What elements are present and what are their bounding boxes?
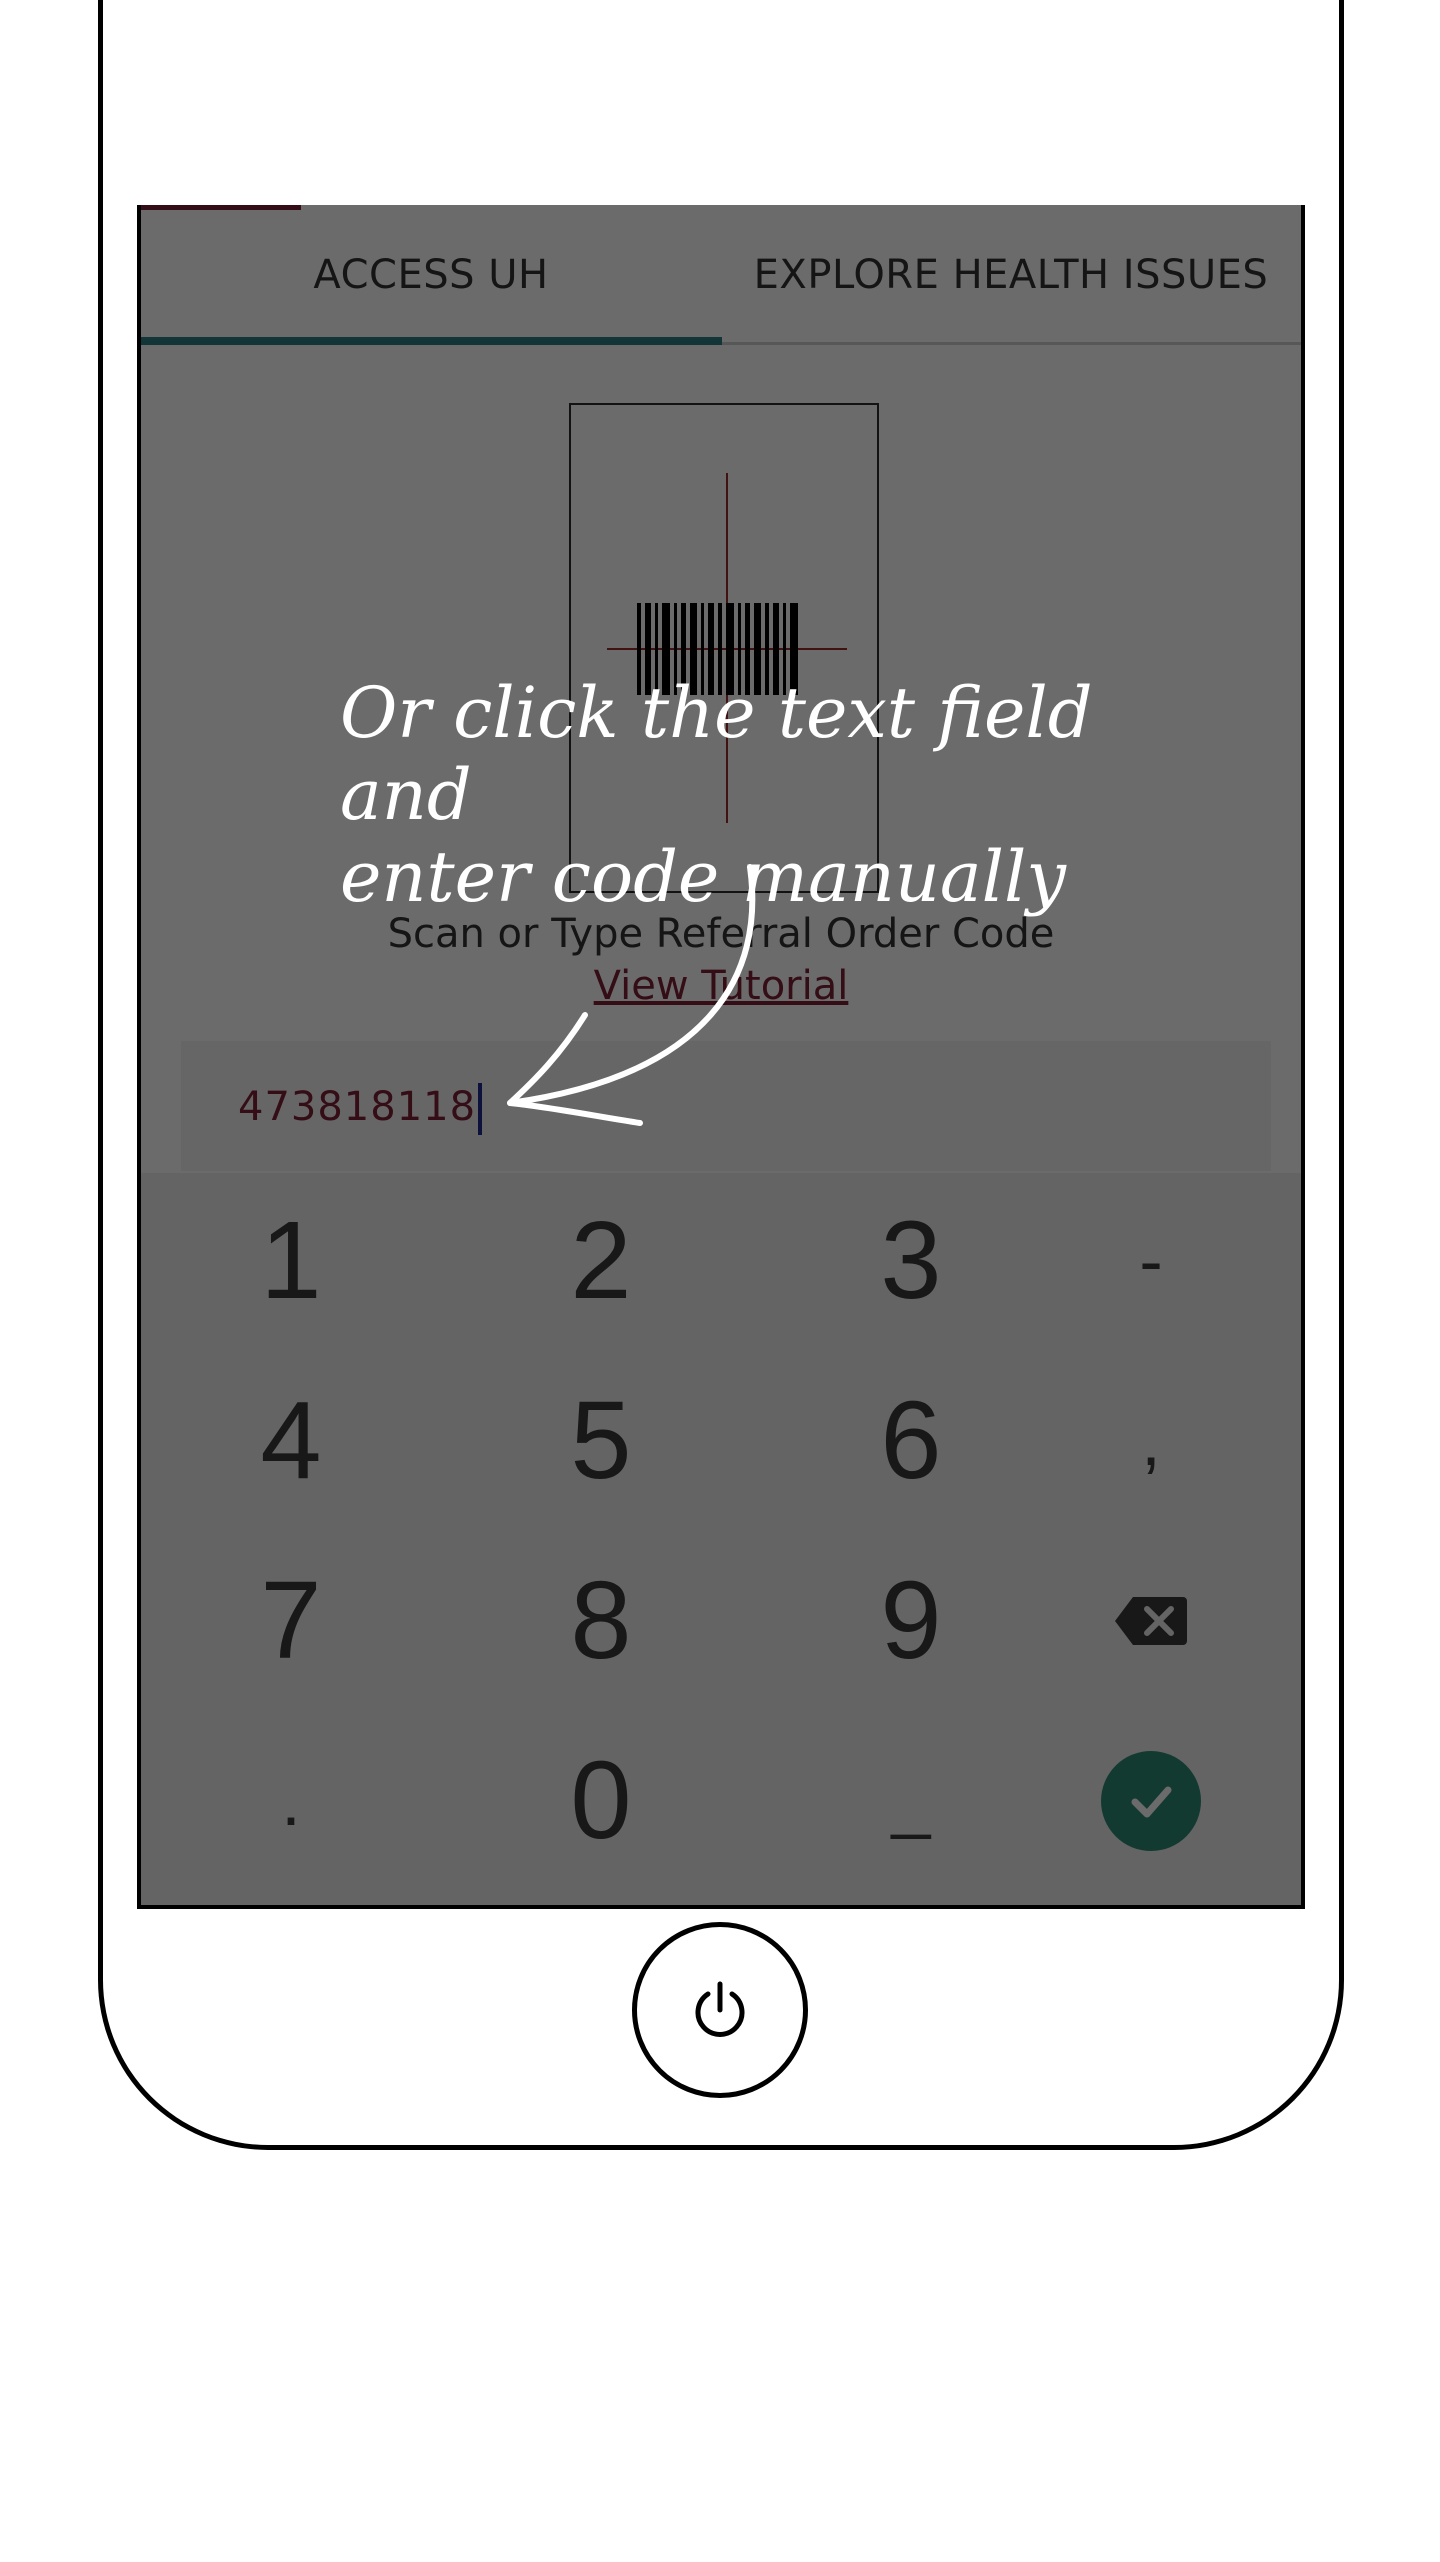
tab-access-uh[interactable]: ACCESS UH	[141, 205, 721, 345]
home-button[interactable]	[632, 1922, 808, 2098]
key-0[interactable]: 0	[456, 1713, 746, 1888]
tab-explore-health-issues[interactable]: EXPLORE HEALTH ISSUES	[721, 205, 1301, 345]
check-icon	[1101, 1750, 1201, 1851]
hint-arrow-icon	[507, 864, 756, 1126]
hint-line-1: Or click the text field and	[340, 672, 1093, 836]
numeric-keypad: 1 2 3 - 4 5 6 , 7 8 9 . 0 _	[141, 1173, 1301, 1905]
power-icon	[695, 1981, 745, 2037]
key-7[interactable]: 7	[146, 1533, 436, 1708]
confirm-key[interactable]	[1006, 1713, 1296, 1888]
code-input-value: 473818118	[238, 1084, 477, 1130]
key-comma[interactable]: ,	[1006, 1353, 1296, 1528]
key-5[interactable]: 5	[456, 1353, 746, 1528]
code-input-text[interactable]: 473818118	[238, 1083, 483, 1135]
backspace-key[interactable]	[1006, 1533, 1296, 1708]
key-dash[interactable]: -	[1006, 1173, 1296, 1348]
key-dot[interactable]: .	[146, 1713, 436, 1888]
active-tab-indicator	[141, 337, 722, 345]
key-2[interactable]: 2	[456, 1173, 746, 1348]
backspace-icon	[1115, 1596, 1187, 1645]
key-8[interactable]: 8	[456, 1533, 746, 1708]
tab-bar: ACCESS UH EXPLORE HEALTH ISSUES	[141, 205, 1301, 345]
tabs-divider	[722, 342, 1301, 345]
key-4[interactable]: 4	[146, 1353, 436, 1528]
key-1[interactable]: 1	[146, 1173, 436, 1348]
